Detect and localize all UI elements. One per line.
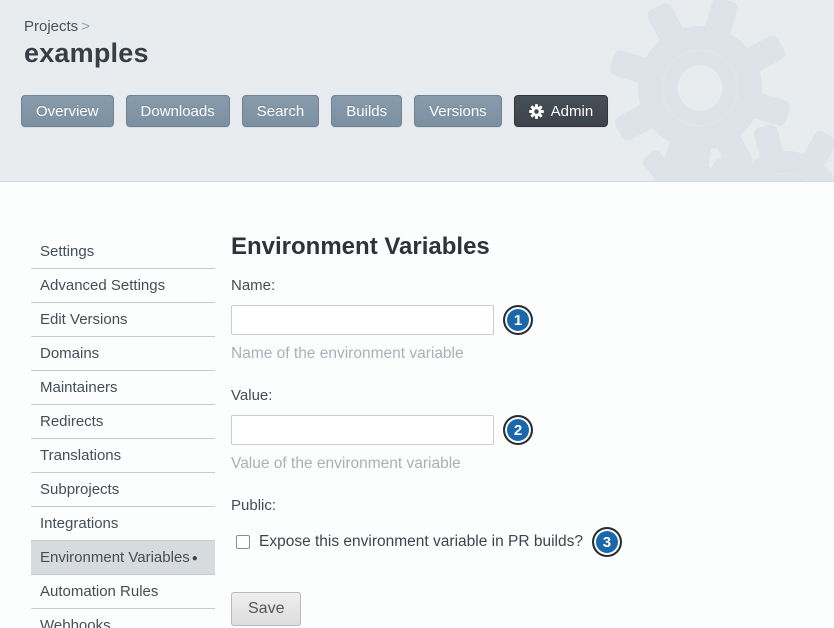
nav-downloads-button[interactable]: Downloads	[126, 95, 230, 127]
value-field-group: Value: 2 Value of the environment variab…	[231, 387, 651, 473]
name-field-group: Name: 1 Name of the environment variable	[231, 277, 651, 363]
sidebar-item-environment-variables[interactable]: Environment Variables●	[31, 541, 215, 575]
value-label: Value:	[231, 387, 651, 404]
sidebar-item-label: Settings	[40, 243, 94, 260]
public-field-group: Public: Expose this environment variable…	[231, 497, 651, 557]
nav-builds-button[interactable]: Builds	[331, 95, 402, 127]
nav-downloads-label: Downloads	[141, 103, 215, 120]
public-label: Public:	[231, 497, 651, 514]
annotation-badge-1: 1	[503, 305, 533, 335]
sidebar-item-label: Environment Variables	[40, 549, 190, 566]
annotation-badge-3: 3	[592, 527, 622, 557]
environment-variables-form: Environment Variables Name: 1 Name of th…	[231, 235, 651, 628]
nav-admin-button[interactable]: Admin	[514, 95, 609, 127]
breadcrumb: Projects>	[24, 18, 834, 35]
active-item-marker: ●	[192, 553, 198, 564]
breadcrumb-separator: >	[81, 18, 90, 35]
breadcrumb-projects-link[interactable]: Projects	[24, 18, 78, 35]
admin-sidebar: Settings Advanced Settings Edit Versions…	[31, 235, 215, 628]
nav-builds-label: Builds	[346, 103, 387, 120]
nav-search-button[interactable]: Search	[242, 95, 320, 127]
name-helper-text: Name of the environment variable	[231, 345, 651, 363]
sidebar-item-settings[interactable]: Settings	[31, 235, 215, 269]
sidebar-item-integrations[interactable]: Integrations	[31, 507, 215, 541]
sidebar-item-domains[interactable]: Domains	[31, 337, 215, 371]
name-label: Name:	[231, 277, 651, 294]
nav-search-label: Search	[257, 103, 305, 120]
sidebar-item-maintainers[interactable]: Maintainers	[31, 371, 215, 405]
page-title: examples	[24, 38, 834, 69]
nav-versions-button[interactable]: Versions	[414, 95, 502, 127]
nav-overview-label: Overview	[36, 103, 99, 120]
sidebar-item-label: Subprojects	[40, 481, 119, 498]
content-area: Settings Advanced Settings Edit Versions…	[0, 182, 834, 628]
sidebar-item-label: Webhooks	[40, 617, 111, 628]
public-checkbox-label[interactable]: Expose this environment variable in PR b…	[259, 533, 583, 551]
annotation-badge-2: 2	[503, 415, 533, 445]
section-heading: Environment Variables	[231, 233, 651, 261]
nav-overview-button[interactable]: Overview	[21, 95, 114, 127]
nav-admin-label: Admin	[551, 103, 594, 120]
sidebar-item-advanced-settings[interactable]: Advanced Settings	[31, 269, 215, 303]
public-checkbox[interactable]	[236, 535, 250, 549]
sidebar-item-subprojects[interactable]: Subprojects	[31, 473, 215, 507]
sidebar-item-translations[interactable]: Translations	[31, 439, 215, 473]
sidebar-item-automation-rules[interactable]: Automation Rules	[31, 575, 215, 609]
sidebar-item-label: Redirects	[40, 413, 103, 430]
sidebar-item-label: Translations	[40, 447, 121, 464]
sidebar-item-label: Domains	[40, 345, 99, 362]
nav-versions-label: Versions	[429, 103, 487, 120]
sidebar-item-webhooks[interactable]: Webhooks	[31, 609, 215, 628]
sidebar-item-label: Automation Rules	[40, 583, 158, 600]
sidebar-item-label: Advanced Settings	[40, 277, 165, 294]
sidebar-item-edit-versions[interactable]: Edit Versions	[31, 303, 215, 337]
sidebar-item-redirects[interactable]: Redirects	[31, 405, 215, 439]
sidebar-item-label: Integrations	[40, 515, 118, 532]
value-helper-text: Value of the environment variable	[231, 455, 651, 473]
gear-icon	[529, 104, 544, 119]
sidebar-item-label: Maintainers	[40, 379, 118, 396]
save-button[interactable]: Save	[231, 592, 301, 626]
project-nav: Overview Downloads Search Builds Version…	[21, 95, 834, 127]
project-header: Projects> examples Overview Downloads Se…	[0, 0, 834, 182]
value-input[interactable]	[231, 415, 494, 445]
name-input[interactable]	[231, 305, 494, 335]
sidebar-item-label: Edit Versions	[40, 311, 128, 328]
